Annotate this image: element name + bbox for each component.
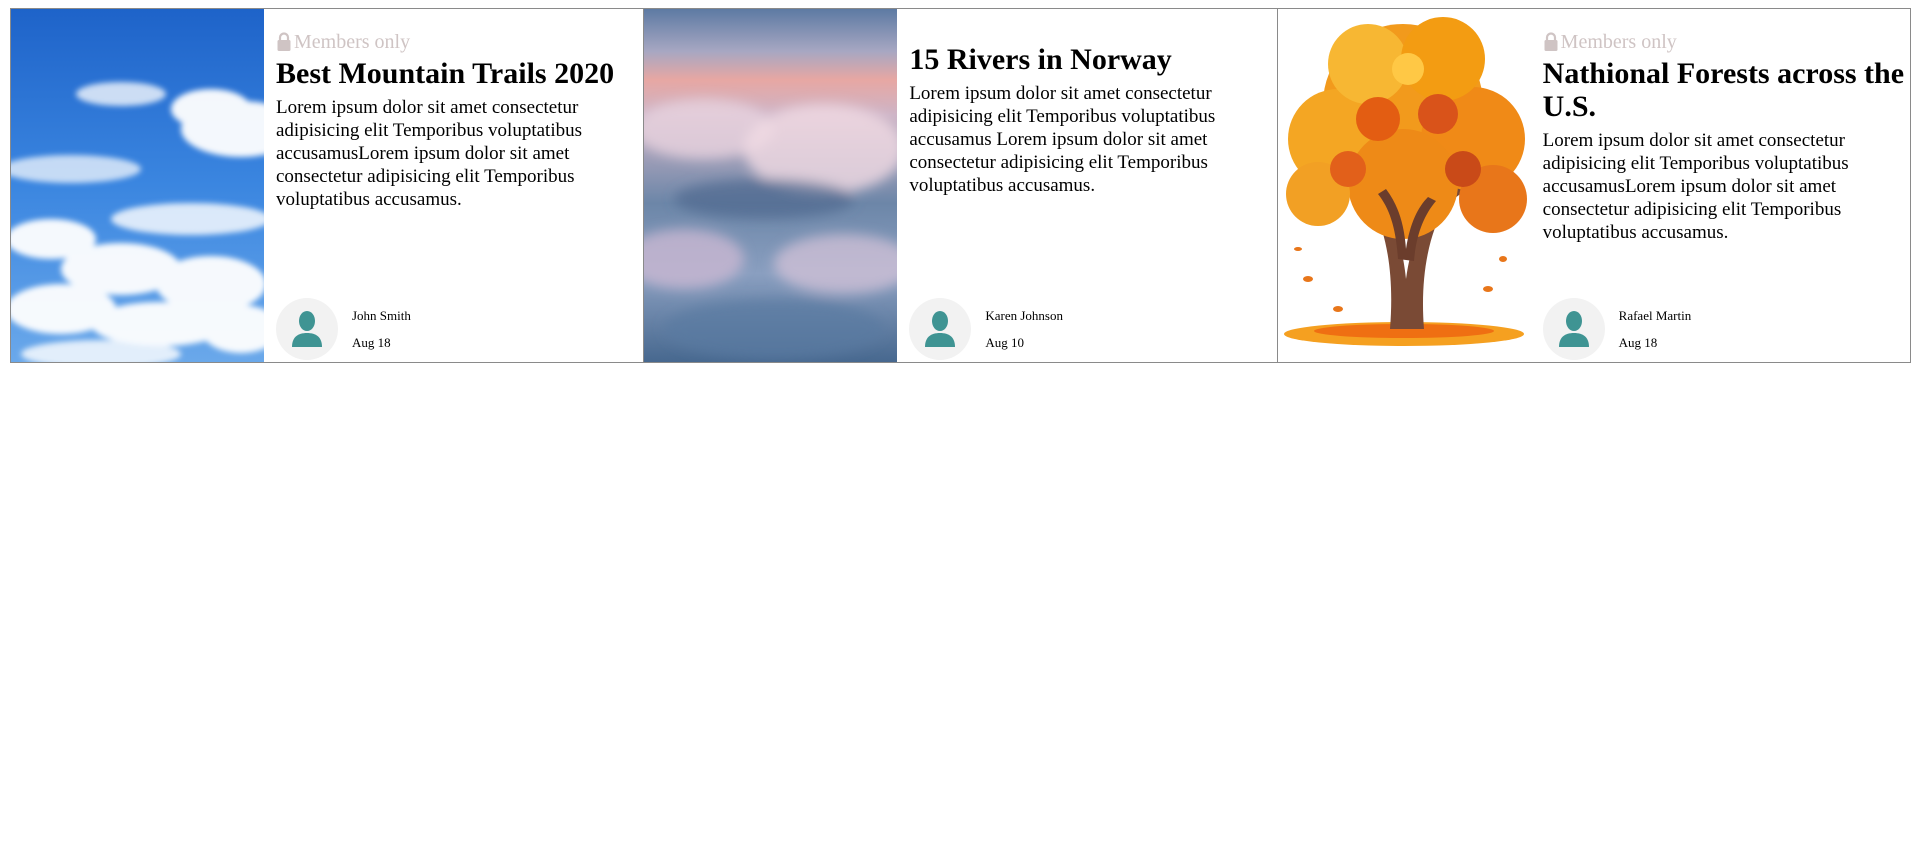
author-name[interactable]: John Smith [352,308,411,323]
card-title[interactable]: Best Mountain Trails 2020 [276,57,639,90]
card-author: Karen Johnson Aug 10 [909,298,1063,360]
card-title[interactable]: Nathional Forests across the U.S. [1543,57,1906,123]
card-author: Rafael Martin Aug 18 [1542,298,1692,360]
members-only-label: Members only [294,31,411,53]
user-icon [292,311,322,347]
post-date: Aug 18 [352,334,391,350]
card-body: 15 Rivers in Norway Lorem ipsum dolor si… [897,9,1276,362]
members-only-label: Members only [1560,31,1677,53]
author-meta: John Smith Aug 18 [352,308,411,350]
card-mountain-trails[interactable]: Members only Best Mountain Trails 2020 L… [10,8,645,363]
lock-icon [1543,32,1559,52]
cards-row: Members only Best Mountain Trails 2020 L… [10,8,1911,363]
avatar[interactable] [909,298,972,360]
card-image-clouds[interactable] [644,9,898,362]
author-name[interactable]: Rafael Martin [1619,308,1692,323]
card-title[interactable]: 15 Rivers in Norway [909,43,1272,76]
user-icon [1558,311,1589,347]
avatar[interactable] [276,298,338,360]
members-only-badge: Members only [276,31,639,53]
card-image-autumn-tree[interactable] [1277,9,1531,362]
post-date: Aug 10 [985,334,1024,350]
members-only-badge: Members only [1543,31,1906,53]
author-meta: Karen Johnson Aug 10 [985,308,1063,350]
card-national-forests[interactable]: Members only Nathional Forests across th… [1276,8,1911,363]
card-excerpt: Lorem ipsum dolor sit amet consectetur a… [276,97,582,210]
avatar[interactable] [1542,298,1605,360]
card-author: John Smith Aug 18 [276,298,411,360]
card-excerpt: Lorem ipsum dolor sit amet consectetur a… [909,83,1216,196]
card-body: Members only Best Mountain Trails 2020 L… [264,9,643,362]
card-image-sky[interactable] [11,9,264,362]
lock-icon [276,32,292,52]
author-meta: Rafael Martin Aug 18 [1618,308,1692,350]
user-icon [925,311,956,347]
card-excerpt: Lorem ipsum dolor sit amet consectetur a… [1542,130,1849,243]
card-body: Members only Nathional Forests across th… [1531,9,1910,362]
post-date: Aug 18 [1618,334,1658,350]
card-rivers-norway[interactable]: 15 Rivers in Norway Lorem ipsum dolor si… [643,8,1278,363]
author-name[interactable]: Karen Johnson [985,308,1063,323]
